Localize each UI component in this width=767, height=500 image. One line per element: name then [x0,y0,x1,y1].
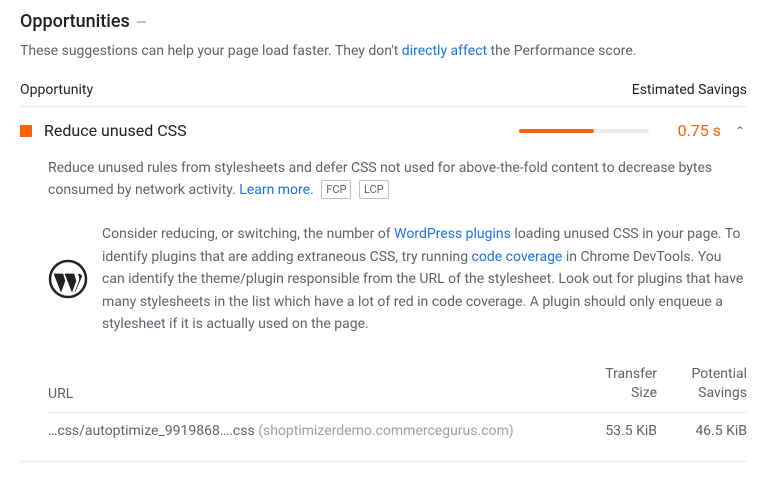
table-body: …css/autoptimize_9919868….css (shoptimiz… [48,412,747,449]
header-desc-before: These suggestions can help your page loa… [20,43,402,59]
cell-url-host: (shoptimizerdemo.commercegurus.com) [258,423,513,439]
savings-gauge-fill [519,129,594,133]
savings-value: 0.75 s [661,121,721,140]
th-url: URL [48,386,567,402]
badge-fcp: FCP [321,180,351,199]
audit-title: Reduce unused CSS [44,121,507,140]
cell-url-path: …css/autoptimize_9919868….css [48,423,255,439]
chevron-up-icon[interactable]: ⌃ [733,124,747,138]
th-save-l1: Potential [657,365,747,383]
opportunities-header: Opportunities — These suggestions can he… [20,8,747,72]
audit-description: Reduce unused rules from stylesheets and… [20,154,747,219]
directly-affect-link[interactable]: directly affect [402,43,487,59]
learn-more-link[interactable]: Learn more. [239,182,314,198]
column-headers: Opportunity Estimated Savings [20,72,747,107]
resources-table: URL Transfer Size Potential Savings …css… [20,355,747,460]
code-coverage-link[interactable]: code coverage [472,249,563,265]
savings-gauge [519,129,649,133]
table-header: URL Transfer Size Potential Savings [48,355,747,411]
stack-pack-row: Consider reducing, or switching, the num… [20,219,747,355]
th-save-l2: Savings [657,384,747,402]
stack-pack-text: Consider reducing, or switching, the num… [102,223,747,335]
col-savings: Estimated Savings [632,82,747,98]
col-opportunity: Opportunity [20,82,93,98]
cell-url: …css/autoptimize_9919868….css (shoptimiz… [48,423,567,439]
table-row: …css/autoptimize_9919868….css (shoptimiz… [48,412,747,449]
header-desc: These suggestions can help your page loa… [20,41,636,62]
wordpress-plugins-link[interactable]: WordPress plugins [394,226,511,242]
cell-transfer-size: 53.5 KiB [567,423,657,439]
stack-before1: Consider reducing, or switching, the num… [102,226,394,242]
th-size-l2: Size [567,384,657,402]
badge-lcp: LCP [359,180,389,199]
th-transfer-size: Transfer Size [567,365,657,401]
th-size-l1: Transfer [567,365,657,383]
severity-indicator-icon [20,125,32,137]
wordpress-icon [48,223,88,335]
dash: — [136,13,147,34]
audit-reduce-unused-css: Reduce unused CSS 0.75 s ⌃ Reduce unused… [20,107,747,462]
section-title: Opportunities [20,8,130,35]
th-potential-savings: Potential Savings [657,365,747,401]
audit-summary-row[interactable]: Reduce unused CSS 0.75 s ⌃ [20,107,747,154]
header-desc-after: the Performance score. [487,43,636,59]
cell-potential-savings: 46.5 KiB [657,423,747,439]
